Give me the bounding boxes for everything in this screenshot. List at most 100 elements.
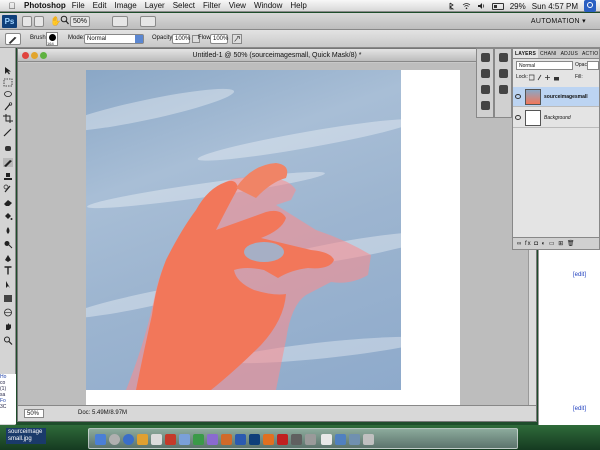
- menu-view[interactable]: View: [229, 1, 246, 10]
- tab-channels[interactable]: CHANI: [538, 49, 559, 58]
- layer-name[interactable]: Background: [544, 115, 571, 121]
- status-zoom-input[interactable]: 50%: [24, 409, 44, 418]
- wifi-icon[interactable]: [462, 2, 471, 10]
- safari-icon[interactable]: [123, 434, 134, 445]
- blur-tool-icon[interactable]: [3, 226, 13, 235]
- info-panel-icon[interactable]: [481, 85, 490, 94]
- iphoto-icon[interactable]: [207, 434, 218, 445]
- photoshop-dock-icon[interactable]: [249, 434, 260, 445]
- hand-tool-icon[interactable]: [3, 322, 13, 331]
- blend-mode-select[interactable]: Normal: [84, 34, 144, 44]
- acrobat-dock-icon[interactable]: [277, 434, 288, 445]
- clone-stamp-tool-icon[interactable]: [3, 172, 13, 181]
- zoom-tool-icon[interactable]: [60, 15, 69, 26]
- edit-link[interactable]: [edit]: [573, 406, 586, 412]
- volume-icon[interactable]: [477, 2, 486, 10]
- path-selection-tool-icon[interactable]: [3, 280, 13, 289]
- layer-visibility-eye-icon[interactable]: [515, 94, 521, 99]
- menu-file[interactable]: File: [72, 1, 85, 10]
- document-canvas[interactable]: [86, 70, 460, 407]
- airbrush-icon[interactable]: [232, 34, 242, 44]
- layer-row[interactable]: sourceimagesmall: [513, 87, 599, 107]
- menu-app-name[interactable]: Photoshop: [24, 1, 66, 10]
- firefox-icon[interactable]: [221, 434, 232, 445]
- menu-edit[interactable]: Edit: [93, 1, 107, 10]
- downloads-stack-icon[interactable]: [335, 434, 346, 445]
- bridge-button[interactable]: [22, 16, 32, 27]
- color-panel-icon[interactable]: [499, 53, 508, 62]
- spotlight-search-icon[interactable]: [584, 0, 596, 12]
- address-book-icon[interactable]: [151, 434, 162, 445]
- layer-visibility-eye-icon[interactable]: [515, 115, 521, 120]
- screen-mode-button[interactable]: [140, 16, 156, 27]
- close-window-icon[interactable]: [22, 52, 29, 59]
- document-title-bar[interactable]: Untitled-1 @ 50% (sourceimagesmall, Quic…: [18, 49, 536, 62]
- tab-layers[interactable]: LAYERS: [513, 49, 539, 58]
- canvas-area[interactable]: [18, 63, 536, 407]
- menu-window[interactable]: Window: [254, 1, 282, 10]
- itunes-icon[interactable]: [193, 434, 204, 445]
- tab-adjustments[interactable]: ADJUS: [559, 49, 580, 58]
- dodge-tool-icon[interactable]: [3, 240, 13, 249]
- opacity-input[interactable]: 100%: [172, 34, 190, 44]
- trash-icon[interactable]: [363, 434, 374, 445]
- quick-selection-tool-icon[interactable]: [3, 102, 13, 111]
- shape-tool-icon[interactable]: [3, 294, 13, 303]
- type-tool-icon[interactable]: [3, 266, 13, 275]
- system-preferences-icon[interactable]: [305, 434, 316, 445]
- 3d-rotate-tool-icon[interactable]: [3, 308, 13, 317]
- finder-icon[interactable]: [95, 434, 106, 445]
- preview-icon[interactable]: [179, 434, 190, 445]
- illustrator-dock-icon[interactable]: [263, 434, 274, 445]
- calendar-icon[interactable]: [165, 434, 176, 445]
- dock-file-label[interactable]: sourceimage small.jpg: [6, 428, 46, 444]
- skype-icon[interactable]: [235, 434, 246, 445]
- zoom-window-icon[interactable]: [40, 52, 47, 59]
- menu-clock[interactable]: Sun 4:57 PM: [532, 2, 578, 11]
- layer-row[interactable]: Background: [513, 108, 599, 128]
- layers-panel-footer[interactable]: ∞ fx ◘ ◐ ▭ ⊞ 🗑: [513, 237, 599, 249]
- swatches-panel-icon[interactable]: [481, 101, 490, 110]
- bluetooth-icon[interactable]: [447, 2, 456, 10]
- workspace-switcher[interactable]: AUTOMATION ▾: [531, 16, 586, 27]
- textedit-icon[interactable]: [321, 434, 332, 445]
- edit-link[interactable]: [edit]: [573, 272, 586, 278]
- arrange-documents-button[interactable]: [112, 16, 128, 27]
- zoom-level-select[interactable]: 50%: [70, 16, 90, 27]
- masks-panel-icon[interactable]: [499, 85, 508, 94]
- spot-healing-tool-icon[interactable]: [3, 144, 13, 153]
- layer-name[interactable]: sourceimagesmall: [544, 94, 588, 100]
- styles-panel-icon[interactable]: [499, 69, 508, 78]
- documents-stack-icon[interactable]: [349, 434, 360, 445]
- minibridge-button[interactable]: [34, 16, 44, 27]
- marquee-tool-icon[interactable]: [3, 78, 13, 87]
- history-brush-tool-icon[interactable]: [3, 184, 13, 193]
- dashboard-icon[interactable]: [109, 434, 120, 445]
- pen-tool-icon[interactable]: [3, 254, 13, 263]
- history-panel-icon[interactable]: [481, 53, 490, 62]
- crop-tool-icon[interactable]: [3, 114, 13, 123]
- lasso-tool-icon[interactable]: [3, 90, 13, 99]
- mail-icon[interactable]: [137, 434, 148, 445]
- apple-menu-icon[interactable]: : [6, 0, 18, 12]
- eyedropper-tool-icon[interactable]: [3, 128, 13, 137]
- menu-filter[interactable]: Filter: [203, 1, 221, 10]
- move-tool-icon[interactable]: [3, 66, 13, 75]
- navigator-panel-icon[interactable]: [481, 69, 490, 78]
- brush-tool-icon[interactable]: [3, 158, 13, 167]
- menu-layer[interactable]: Layer: [145, 1, 165, 10]
- brush-preview[interactable]: 164: [46, 32, 58, 46]
- layer-opacity-input[interactable]: [587, 61, 599, 70]
- flow-input[interactable]: 100%: [210, 34, 228, 44]
- minimize-window-icon[interactable]: [31, 52, 38, 59]
- layer-blend-mode-select[interactable]: Normal: [516, 61, 573, 70]
- menu-select[interactable]: Select: [173, 1, 195, 10]
- lock-icons[interactable]: [528, 74, 569, 81]
- zoom-tool-icon[interactable]: [3, 336, 13, 345]
- battery-icon[interactable]: [491, 2, 504, 10]
- tab-actions[interactable]: ACTIO: [580, 49, 600, 58]
- terminal-icon[interactable]: [291, 434, 302, 445]
- paint-bucket-tool-icon[interactable]: [3, 212, 13, 221]
- brush-tool-preset-icon[interactable]: [5, 33, 21, 45]
- menu-help[interactable]: Help: [290, 1, 306, 10]
